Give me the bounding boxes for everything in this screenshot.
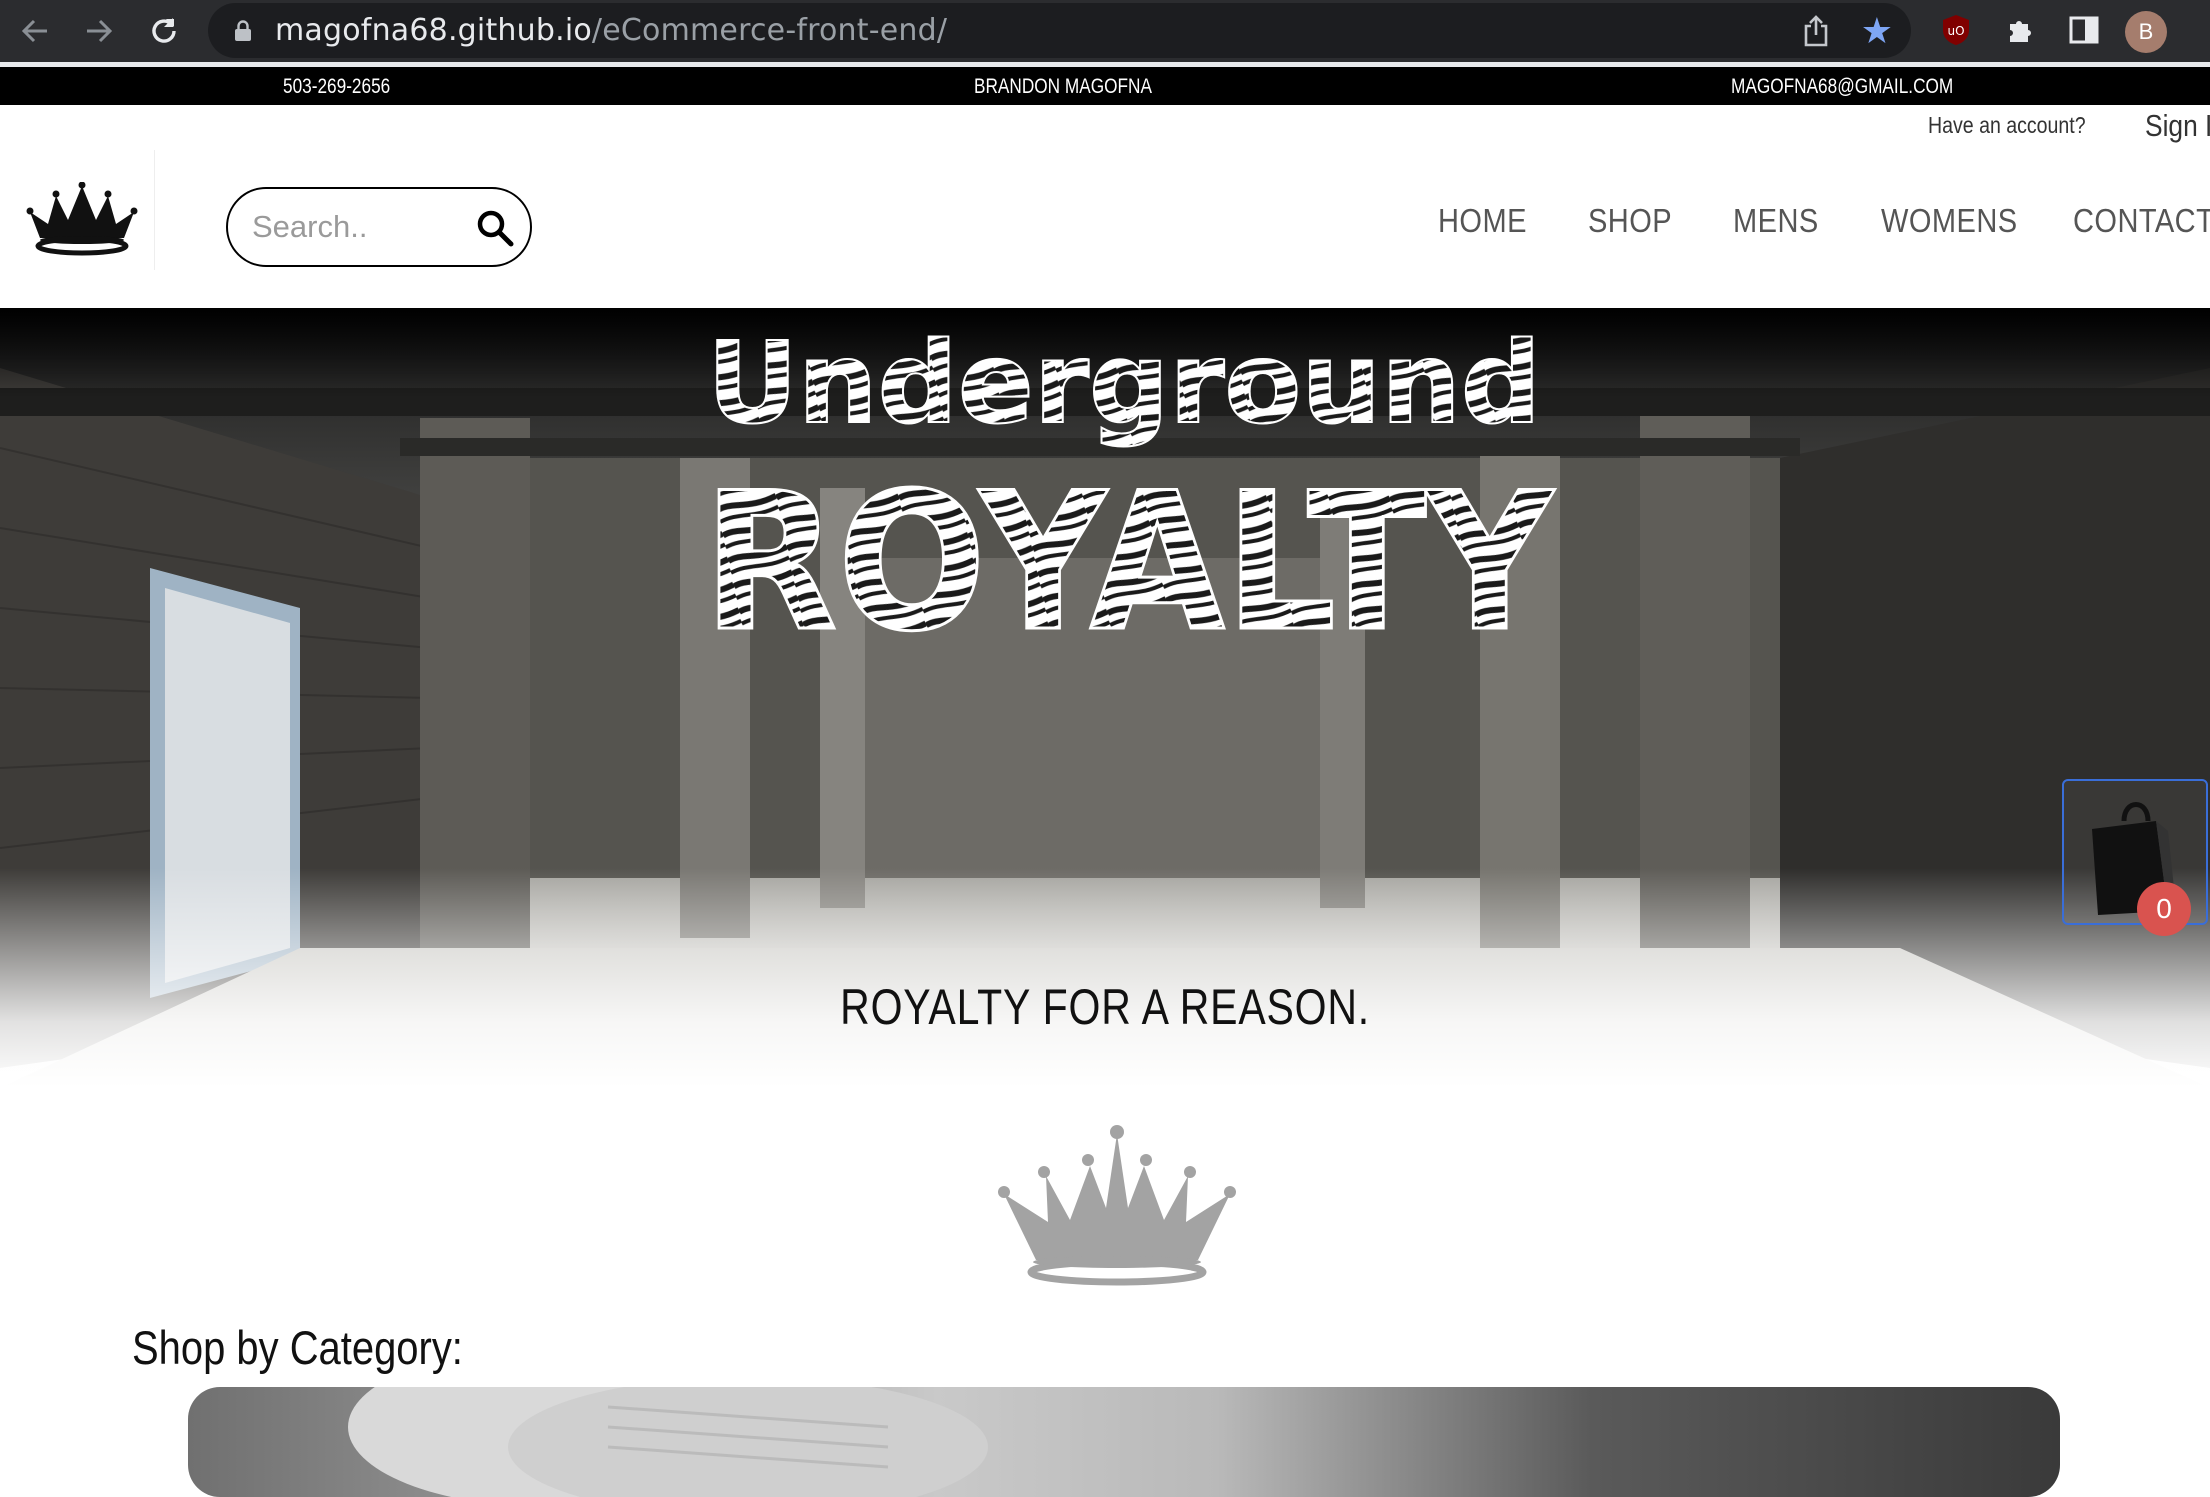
star-icon[interactable]: ★ xyxy=(1861,11,1893,51)
url-text: magofna68.github.io/eCommerce-front-end/ xyxy=(275,13,948,48)
sign-in-link[interactable]: Sign I xyxy=(2145,108,2210,144)
forward-arrow-icon[interactable] xyxy=(74,6,124,56)
profile-avatar[interactable]: B xyxy=(2125,11,2167,53)
shop-by-category-heading: Shop by Category: xyxy=(132,1321,463,1374)
search-box xyxy=(226,187,532,267)
nav-shop[interactable]: SHOP xyxy=(1588,202,1672,240)
search-icon[interactable] xyxy=(474,207,516,249)
hero-title: Underground ROYALTY xyxy=(702,318,1557,668)
search-input[interactable] xyxy=(250,203,450,251)
lock-icon xyxy=(235,20,251,41)
address-bar[interactable]: magofna68.github.io/eCommerce-front-end/… xyxy=(208,3,1911,58)
logo-divider xyxy=(154,150,155,270)
back-arrow-icon[interactable] xyxy=(10,6,60,56)
email-address: MAGOFNA68@GMAIL.COM xyxy=(1731,75,1954,98)
hero-title-line2: ROYALTY xyxy=(703,452,1555,668)
contact-info-bar: 503-269-2656 BRANDON MAGOFNA MAGOFNA68@G… xyxy=(0,67,2210,105)
nav-home[interactable]: HOME xyxy=(1438,202,1527,240)
reload-icon[interactable] xyxy=(139,6,189,56)
puzzle-icon[interactable] xyxy=(2000,10,2040,50)
crown-icon[interactable] xyxy=(26,182,138,262)
cart-count-badge: 0 xyxy=(2137,882,2191,936)
svg-text:uO: uO xyxy=(1947,24,1964,38)
browser-toolbar: magofna68.github.io/eCommerce-front-end/… xyxy=(0,0,2210,62)
hero-title-line1: Underground xyxy=(707,319,1541,449)
crown-icon xyxy=(998,1125,1236,1286)
account-prompt: Have an account? xyxy=(1928,112,2086,138)
phone-number: 503-269-2656 xyxy=(283,75,391,98)
hero-tagline: ROYALTY FOR A REASON. xyxy=(840,979,1370,1035)
hero-banner: Underground ROYALTY xyxy=(0,308,2210,1088)
ublock-icon[interactable]: uO xyxy=(1936,10,1976,50)
nav-mens[interactable]: MENS xyxy=(1733,202,1819,240)
share-icon[interactable] xyxy=(1801,15,1831,47)
nav-womens[interactable]: WOMENS xyxy=(1881,202,2018,240)
owner-name: BRANDON MAGOFNA xyxy=(974,75,1152,98)
nav-contact[interactable]: CONTACT xyxy=(2073,202,2210,240)
side-panel-icon[interactable] xyxy=(2064,10,2104,50)
